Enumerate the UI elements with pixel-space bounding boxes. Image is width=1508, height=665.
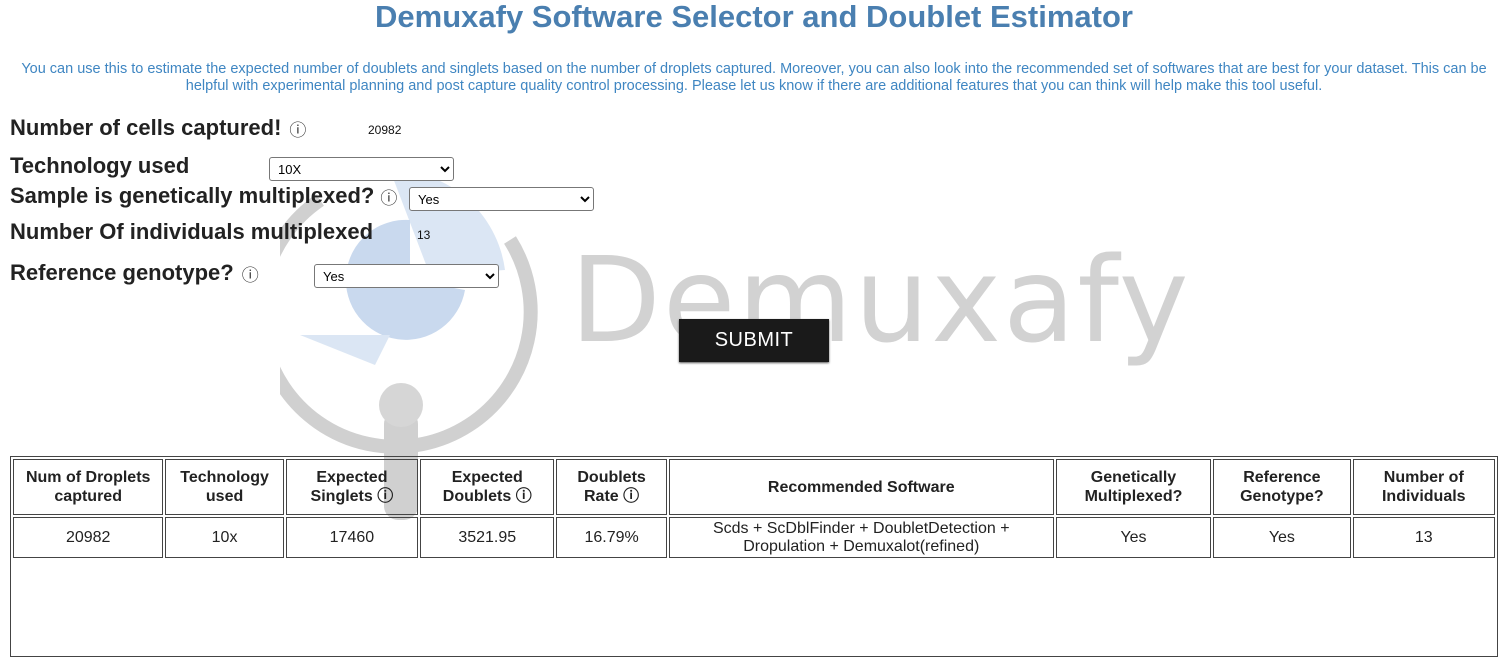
header-technology: Technology used [165,459,284,515]
header-individuals: Number of Individuals [1352,459,1495,515]
multiplexed-select[interactable]: Yes [409,187,594,211]
reference-info-icon[interactable]: ⓘ [242,261,259,286]
cell-singlets: 17460 [285,517,419,558]
reference-select[interactable]: Yes [314,264,499,288]
individuals-row: Number Of individuals multiplexed [10,219,373,245]
cell-reference: Yes [1213,517,1351,558]
cells-row: Number of cells captured! ⓘ [10,115,306,141]
header-rate: Doublets Rate ⓘ [556,459,667,515]
cell-individuals: 13 [1352,517,1495,558]
cell-rate: 16.79% [556,517,667,558]
cells-field[interactable]: 20982 [368,123,401,137]
submit-button[interactable]: SUBMIT [679,319,829,362]
multiplexed-label: Sample is genetically multiplexed? [10,183,375,208]
results-table-container: Num of Droplets captured Technology used… [10,456,1498,657]
table-header-row: Num of Droplets captured Technology used… [13,459,1495,515]
page-title: Demuxafy Software Selector and Doublet E… [375,0,1133,34]
results-table: Num of Droplets captured Technology used… [11,457,1497,560]
individuals-input[interactable]: 13 [417,228,430,242]
doublets-info-icon[interactable]: ⓘ [516,488,532,505]
intro-text: You can use this to estimate the expecte… [21,61,1487,94]
cell-software: Scds + ScDblFinder + DoubletDetection + … [668,517,1054,558]
table-row: 20982 10x 17460 3521.95 16.79% Scds + Sc… [13,517,1495,558]
tech-label: Technology used [10,153,190,178]
multiplexed-row: Sample is genetically multiplexed? ⓘ [10,183,397,209]
cell-doublets: 3521.95 [420,517,555,558]
cell-technology: 10x [165,517,284,558]
header-doublets: Expected Doublets ⓘ [420,459,555,515]
rate-info-icon[interactable]: ⓘ [623,488,639,505]
header-multiplexed: Genetically Multiplexed? [1055,459,1212,515]
header-reference: Reference Genotype? [1213,459,1351,515]
watermark-text: Demuxafy [570,231,1191,369]
cells-input[interactable]: 20982 [368,123,401,137]
reference-row: Reference genotype? ⓘ [10,260,259,286]
tech-row: Technology used [10,153,189,179]
cell-multiplexed: Yes [1055,517,1212,558]
cells-info-icon[interactable]: ⓘ [289,116,306,141]
header-singlets: Expected Singlets ⓘ [285,459,419,515]
header-software: Recommended Software [668,459,1054,515]
reference-label: Reference genotype? [10,260,234,285]
header-droplets: Num of Droplets captured [13,459,164,515]
cells-label: Number of cells captured! [10,115,282,140]
cell-droplets: 20982 [13,517,164,558]
singlets-info-icon[interactable]: ⓘ [377,488,393,505]
individuals-label: Number Of individuals multiplexed [10,219,374,244]
tech-select[interactable]: 10X [269,157,454,181]
individuals-field[interactable]: 13 [417,228,430,242]
multiplexed-info-icon[interactable]: ⓘ [380,184,397,209]
